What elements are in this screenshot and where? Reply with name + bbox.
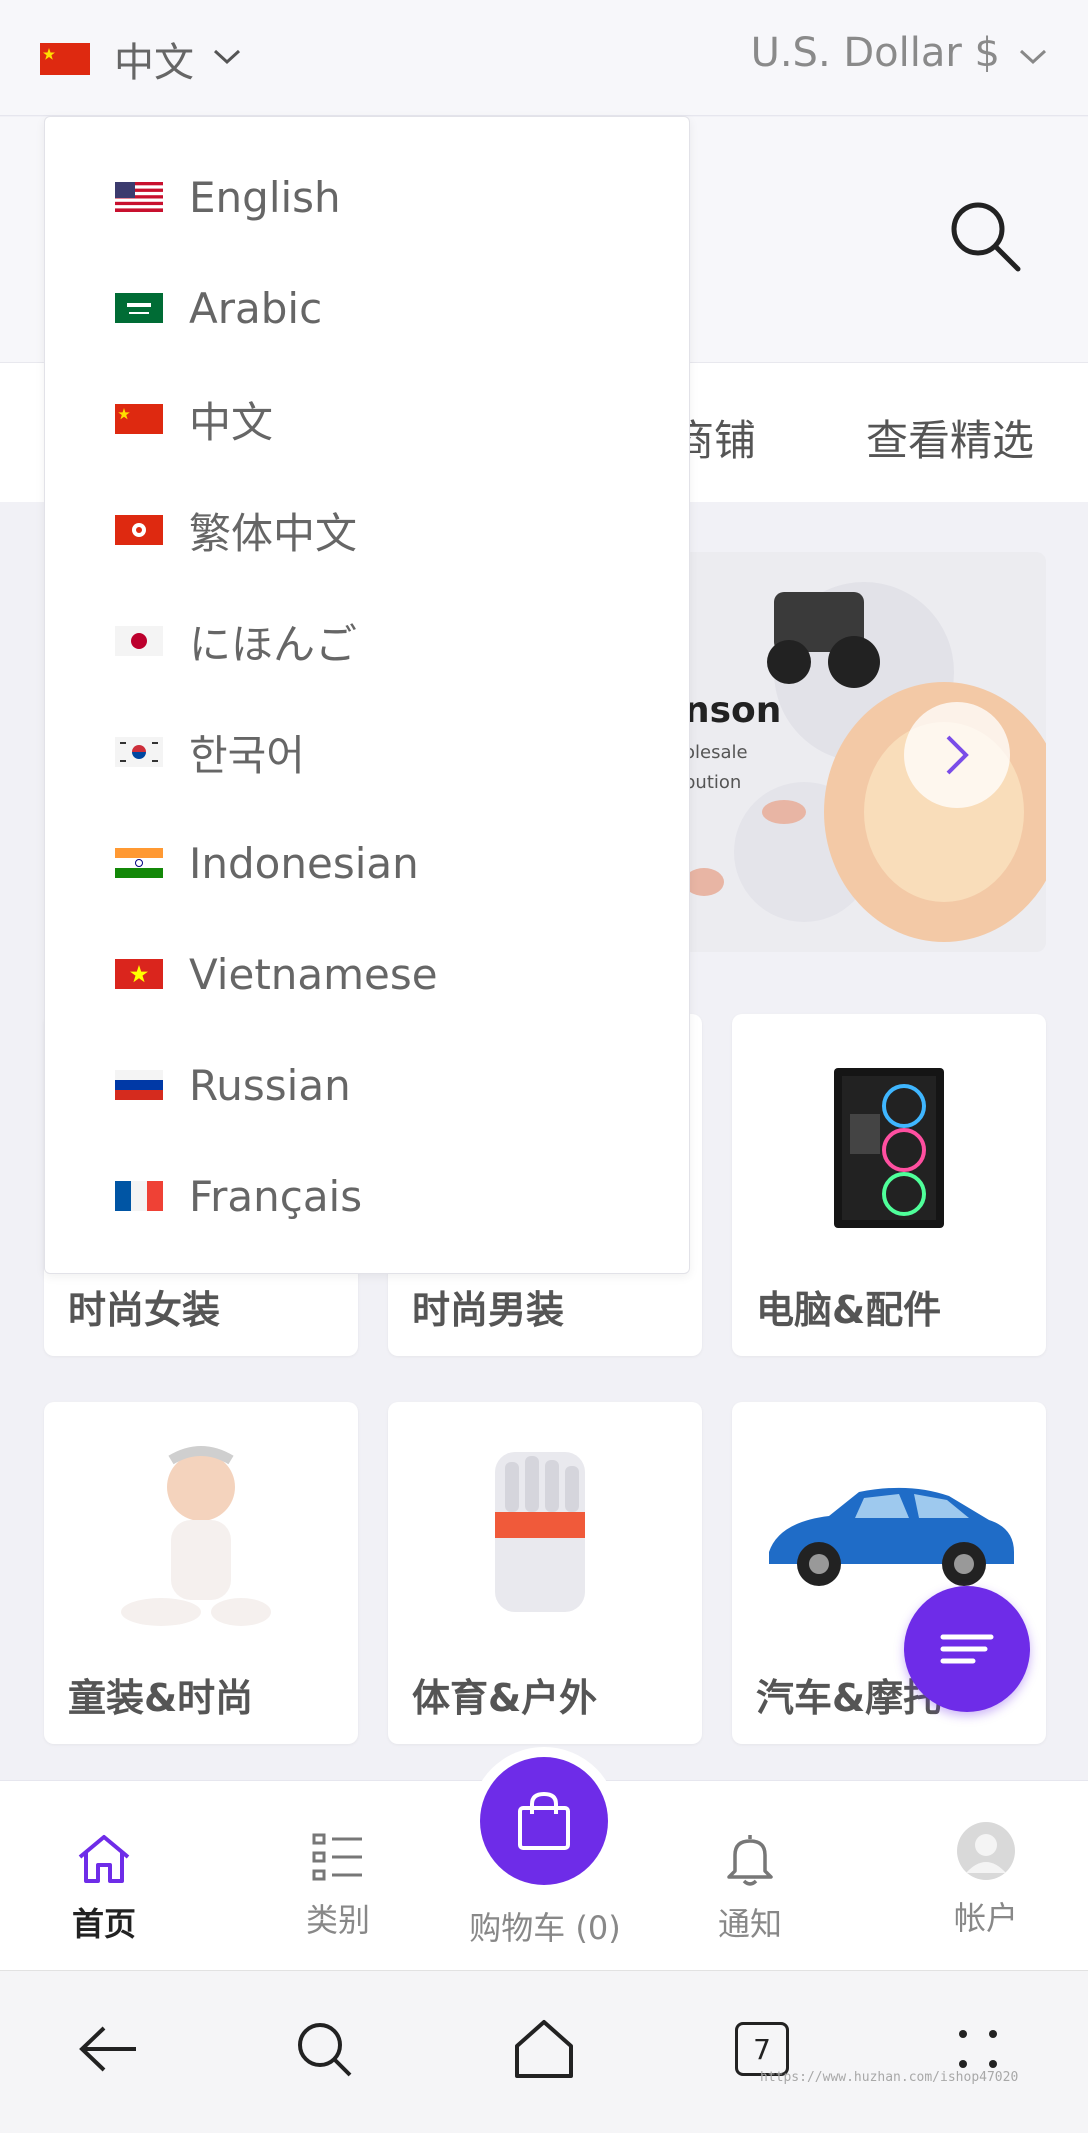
- cn-flag-icon: [40, 43, 90, 75]
- bottom-nav: 首页 类别 购物车 (0) 通知 帐户: [0, 1747, 1088, 1970]
- banner-line1: olesale: [684, 742, 748, 763]
- banner-headline: nson: [684, 690, 782, 731]
- language-option-indonesian[interactable]: Indonesian: [115, 823, 419, 903]
- language-option-korean[interactable]: 한국어: [115, 712, 305, 792]
- language-option-vietnamese[interactable]: Vietnamese: [115, 934, 438, 1014]
- search-icon: [951, 202, 1021, 272]
- category-label: 电脑&配件: [756, 1288, 942, 1332]
- language-option-label: English: [189, 172, 341, 222]
- category-card-computers[interactable]: 电脑&配件: [732, 1014, 1046, 1356]
- avatar-icon: [957, 1822, 1015, 1880]
- banner-line2: bution: [684, 772, 742, 793]
- language-option-label: 한국어: [189, 730, 305, 780]
- back-button[interactable]: [68, 2009, 148, 2089]
- category-label: 体育&户外: [412, 1676, 598, 1720]
- banner-next-button[interactable]: [904, 702, 1010, 808]
- baby-image: [111, 1442, 291, 1646]
- sa-flag-icon: [115, 293, 163, 323]
- nav-home[interactable]: 首页: [34, 1831, 174, 1945]
- category-label: 童装&时尚: [68, 1676, 254, 1720]
- chevron-down-icon: [212, 48, 242, 70]
- nav-notifications-label: 通知: [717, 1905, 782, 1943]
- menu-lines-icon: [940, 1634, 994, 1664]
- shopping-bag-icon: [518, 1791, 570, 1850]
- category-label: 时尚男装: [412, 1288, 565, 1332]
- nav-account-label: 帐户: [953, 1899, 1018, 1937]
- home-icon: [515, 2020, 573, 2078]
- chevron-down-icon: [1018, 30, 1048, 76]
- bell-icon: [727, 1835, 773, 1886]
- cart-button-inner: [480, 1757, 608, 1885]
- search-icon: [298, 2023, 352, 2077]
- category-card-kids[interactable]: 童装&时尚: [44, 1402, 358, 1744]
- language-option-label: Arabic: [189, 283, 323, 333]
- language-option-russian[interactable]: Russian: [115, 1045, 351, 1125]
- jp-flag-icon: [115, 626, 163, 656]
- language-option-french[interactable]: Français: [115, 1156, 362, 1236]
- computer-case-image: [824, 1064, 954, 1238]
- kr-flag-icon: [115, 737, 163, 767]
- nav-home-label: 首页: [71, 1905, 136, 1943]
- menu-fab[interactable]: [904, 1586, 1030, 1712]
- language-option-chinese[interactable]: 中文: [115, 379, 273, 459]
- top-bar: 中文 U.S. Dollar $: [0, 0, 1088, 116]
- browser-search-button[interactable]: [284, 2009, 364, 2089]
- vn-flag-icon: [115, 959, 163, 989]
- chevron-right-icon: [946, 735, 969, 775]
- language-option-label: 繁体中文: [189, 508, 358, 558]
- tab-featured[interactable]: 查看精选: [866, 407, 1034, 468]
- category-card-sports[interactable]: 体育&户外: [388, 1402, 702, 1744]
- current-language-label: 中文: [114, 40, 194, 86]
- fr-flag-icon: [115, 1181, 163, 1211]
- tab-count: 7: [735, 2022, 789, 2076]
- nav-categories-label: 类别: [305, 1901, 370, 1939]
- browser-toolbar: 7: [0, 1970, 1088, 2133]
- nav-cart[interactable]: [470, 1747, 618, 1895]
- language-dropdown: English Arabic 中文 繁体中文 にほんご 한국어 Indonesi…: [44, 116, 690, 1274]
- language-option-label: Russian: [189, 1060, 351, 1110]
- ru-flag-icon: [115, 1070, 163, 1100]
- language-option-label: Vietnamese: [189, 949, 438, 999]
- nav-account[interactable]: 帐户: [916, 1821, 1056, 1939]
- cn-flag-icon: [115, 404, 163, 434]
- in-flag-icon: [115, 848, 163, 878]
- gloves-image: [465, 1442, 625, 1626]
- language-option-japanese[interactable]: にほんご: [115, 601, 357, 681]
- dots-grid-icon: [959, 2030, 997, 2068]
- nav-cart-label: 购物车 (0): [469, 1909, 621, 1947]
- currency-label: U.S. Dollar $: [750, 30, 1000, 76]
- car-image: [759, 1472, 1019, 1596]
- nav-notifications[interactable]: 通知: [680, 1831, 820, 1945]
- nav-categories[interactable]: 类别: [268, 1831, 408, 1941]
- currency-selector[interactable]: U.S. Dollar $: [751, 30, 1048, 76]
- language-option-label: Français: [189, 1171, 363, 1221]
- language-option-label: 中文: [189, 397, 274, 447]
- home-icon: [78, 1835, 130, 1883]
- language-option-arabic[interactable]: Arabic: [115, 268, 322, 348]
- browser-home-button[interactable]: [504, 2009, 584, 2089]
- language-option-label: にほんご: [189, 619, 358, 669]
- language-option-traditional-chinese[interactable]: 繁体中文: [115, 490, 357, 570]
- hk-flag-icon: [115, 515, 163, 545]
- us-flag-icon: [115, 182, 163, 212]
- arrow-left-icon: [79, 2026, 136, 2072]
- language-option-english[interactable]: English: [115, 157, 341, 237]
- language-selector[interactable]: 中文: [40, 30, 242, 88]
- language-option-label: Indonesian: [189, 838, 419, 888]
- watermark: https://www.huzhan.com/ishop47020: [760, 2070, 1019, 2085]
- category-label: 时尚女装: [68, 1288, 221, 1332]
- list-icon: [312, 1833, 362, 1881]
- search-button[interactable]: [948, 199, 1022, 273]
